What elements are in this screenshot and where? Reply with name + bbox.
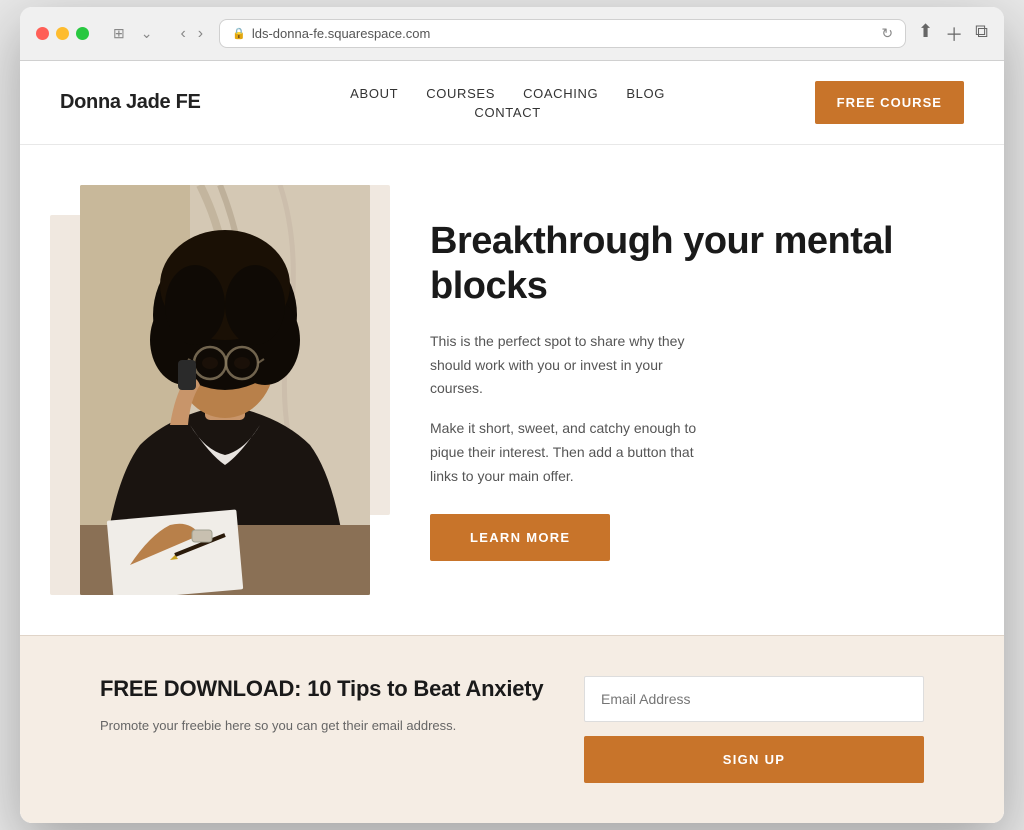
address-bar[interactable]: 🔒 lds-donna-fe.squarespace.com ↻ (219, 19, 906, 48)
photo-bg (80, 185, 370, 595)
hero-content: Breakthrough your mental blocks This is … (430, 219, 924, 562)
download-description: Promote your freebie here so you can get… (100, 716, 544, 737)
reload-icon[interactable]: ↻ (881, 25, 893, 42)
nav-blog[interactable]: BLOG (626, 86, 665, 101)
tabs-icon[interactable]: ⧉ (975, 21, 988, 47)
close-button[interactable] (36, 27, 49, 40)
learn-more-button[interactable]: LEARN MORE (430, 514, 610, 561)
hero-paragraph2: Make it short, sweet, and catchy enough … (430, 417, 710, 488)
maximize-button[interactable] (76, 27, 89, 40)
hero-photo (80, 185, 370, 595)
back-arrow-icon[interactable]: ‹ (176, 23, 189, 45)
download-title: FREE DOWNLOAD: 10 Tips to Beat Anxiety (100, 676, 544, 702)
window-controls: ⊞ ⌄ (109, 23, 156, 44)
hero-section: Breakthrough your mental blocks This is … (20, 145, 1004, 635)
site-logo: Donna Jade FE (60, 91, 201, 114)
nav-about[interactable]: ABOUT (350, 86, 398, 101)
hero-paragraph1: This is the perfect spot to share why th… (430, 330, 710, 401)
nav-row-bottom: CONTACT (474, 105, 540, 120)
sign-up-button[interactable]: SIGN UP (584, 736, 924, 783)
browser-actions: ⬆ ＋ ⧉ (918, 21, 988, 47)
email-input[interactable] (584, 676, 924, 722)
share-icon[interactable]: ⬆ (918, 21, 933, 47)
hero-title: Breakthrough your mental blocks (430, 219, 924, 310)
traffic-lights (36, 27, 89, 40)
free-course-button[interactable]: FREE COURSE (815, 81, 964, 124)
site-header: Donna Jade FE ABOUT COURSES COACHING BLO… (20, 61, 1004, 145)
nav-courses[interactable]: COURSES (426, 86, 495, 101)
grid-icon[interactable]: ⊞ (109, 23, 129, 44)
nav-arrows: ‹ › (176, 23, 207, 45)
site-nav: ABOUT COURSES COACHING BLOG CONTACT (350, 86, 665, 120)
nav-row-top: ABOUT COURSES COACHING BLOG (350, 86, 665, 101)
browser-window: ⊞ ⌄ ‹ › 🔒 lds-donna-fe.squarespace.com ↻… (20, 7, 1004, 823)
download-content: FREE DOWNLOAD: 10 Tips to Beat Anxiety P… (100, 676, 544, 737)
new-tab-icon[interactable]: ＋ (945, 21, 963, 47)
browser-chrome: ⊞ ⌄ ‹ › 🔒 lds-donna-fe.squarespace.com ↻… (20, 7, 1004, 61)
forward-arrow-icon[interactable]: › (194, 23, 207, 45)
nav-contact[interactable]: CONTACT (474, 105, 540, 120)
person-svg (80, 185, 370, 595)
chevron-down-icon[interactable]: ⌄ (137, 23, 157, 44)
website-content: Donna Jade FE ABOUT COURSES COACHING BLO… (20, 61, 1004, 823)
minimize-button[interactable] (56, 27, 69, 40)
url-text: lds-donna-fe.squarespace.com (252, 26, 431, 41)
download-form: SIGN UP (584, 676, 924, 783)
nav-coaching[interactable]: COACHING (523, 86, 598, 101)
lock-icon: 🔒 (232, 27, 246, 40)
download-section: FREE DOWNLOAD: 10 Tips to Beat Anxiety P… (20, 635, 1004, 823)
hero-image-container (80, 185, 370, 595)
